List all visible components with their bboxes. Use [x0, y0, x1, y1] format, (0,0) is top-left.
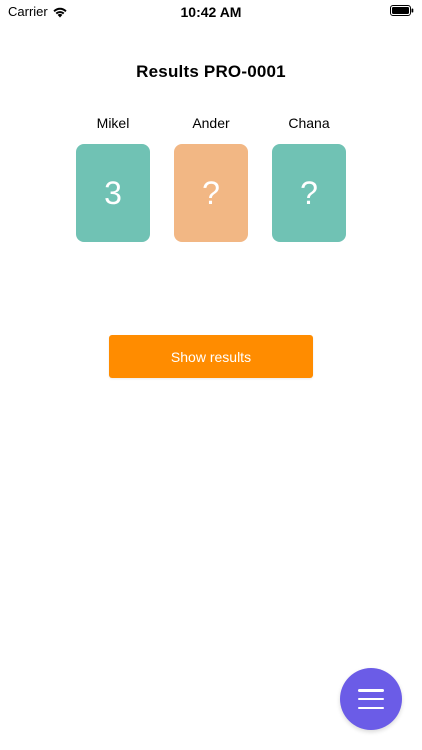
vote-card: ?: [174, 144, 248, 242]
status-time: 10:42 AM: [180, 4, 242, 20]
player-name: Ander: [192, 115, 230, 131]
player-name: Chana: [288, 115, 330, 131]
menu-button[interactable]: [340, 668, 402, 730]
player-name: Mikel: [96, 115, 130, 131]
page-title: Results PRO-0001: [136, 62, 286, 81]
menu-icon: [358, 689, 384, 709]
status-bar: Carrier 10:42 AM: [0, 0, 422, 24]
players-row: Mikel 3 Ander ? Chana ?: [0, 112, 422, 242]
player-chana: Chana ?: [272, 112, 346, 242]
show-results-button[interactable]: Show results: [109, 335, 313, 378]
player-ander: Ander ?: [174, 112, 248, 242]
player-mikel: Mikel 3: [76, 112, 150, 242]
battery-icon: [390, 5, 414, 16]
vote-card: 3: [76, 144, 150, 242]
vote-card: ?: [272, 144, 346, 242]
